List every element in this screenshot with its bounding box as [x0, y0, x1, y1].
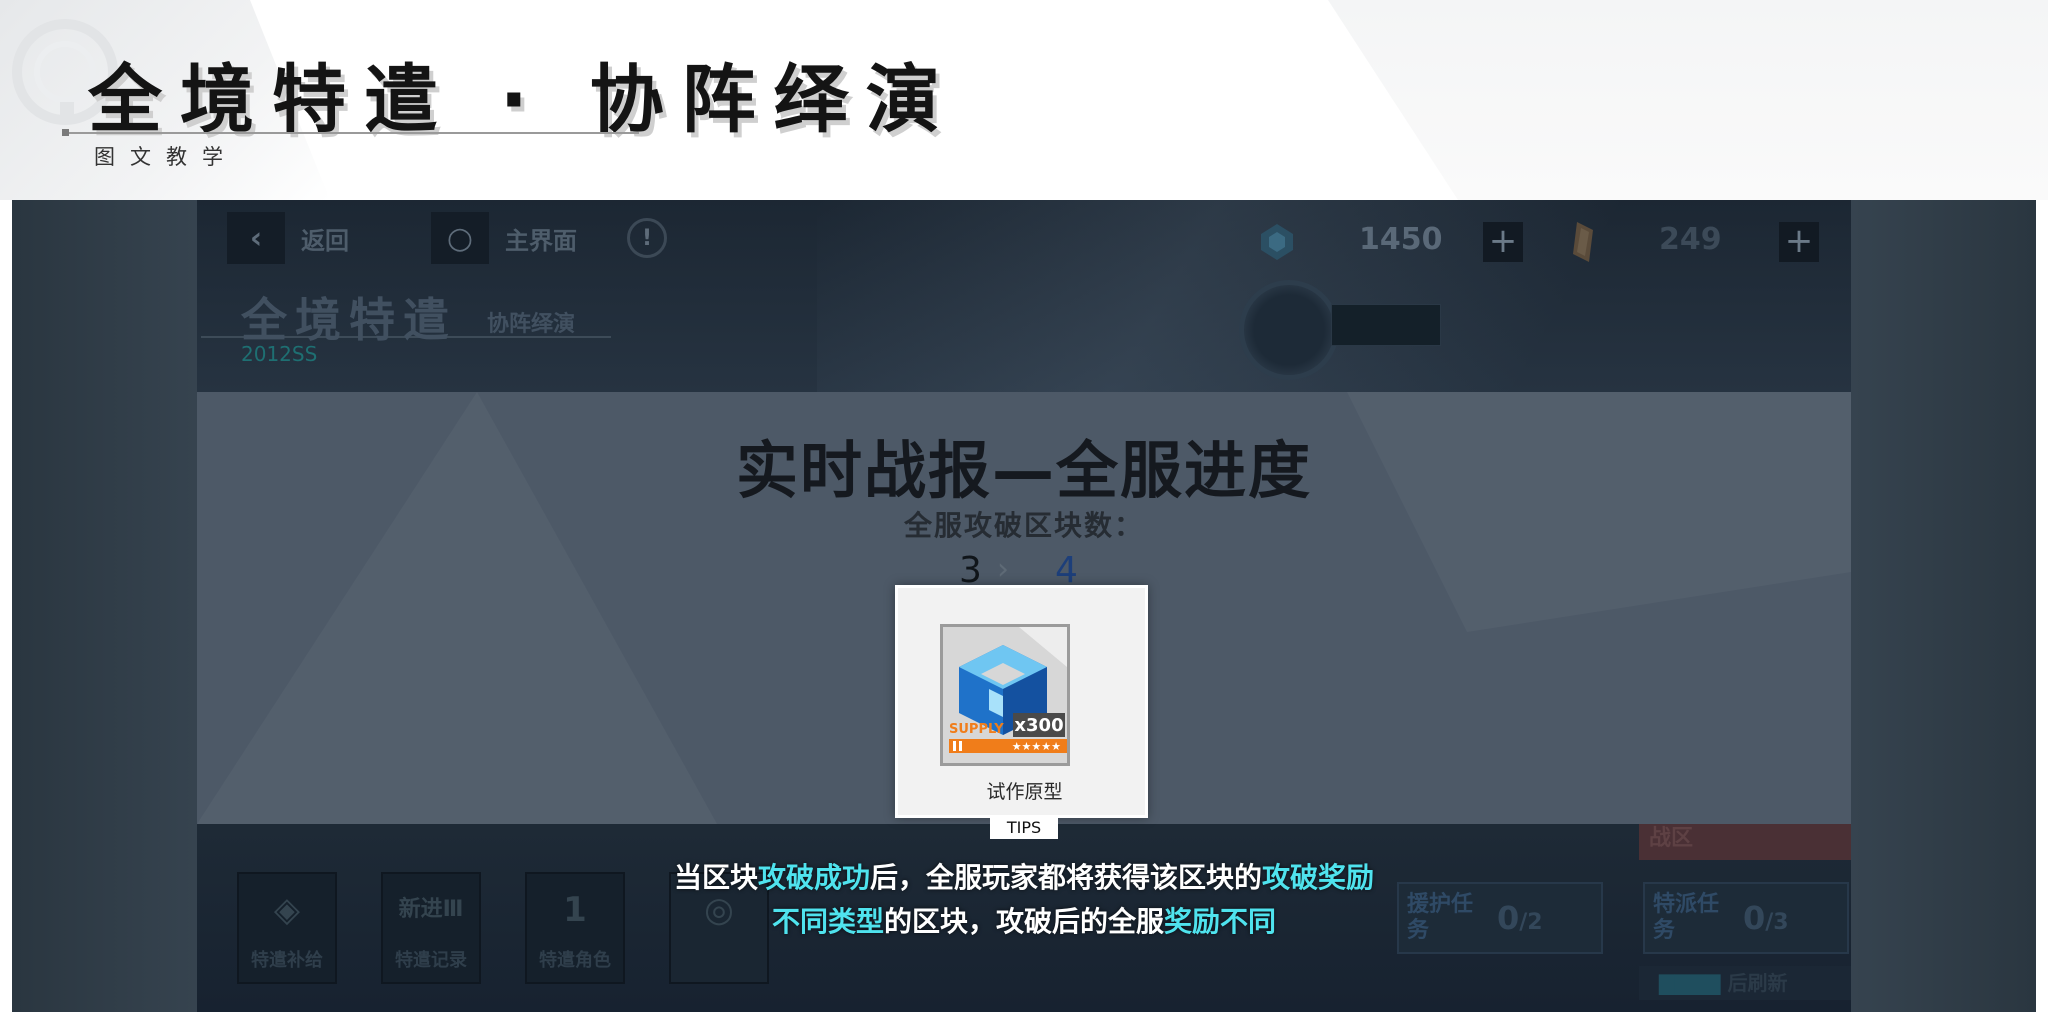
- refresh-timer: ▇▇▇▇ 后刷新: [1639, 966, 1851, 1000]
- supply-button-label: 特遣补给: [251, 950, 323, 971]
- back-button[interactable]: ‹ 返回: [227, 212, 349, 264]
- stamina-icon: [1573, 222, 1593, 262]
- compass-icon[interactable]: [1239, 280, 1339, 380]
- arrow-right-icon: ›: [997, 552, 1009, 587]
- stamina-value: 249: [1659, 222, 1722, 257]
- prototype-cube-icon: x300 SUPPLY ★★★★★: [949, 627, 1067, 753]
- compass-tag: [1331, 304, 1441, 346]
- refresh-label: 后刷新: [1727, 971, 1788, 995]
- caption-highlight: 不同类型: [771, 905, 884, 938]
- event-title: 全境特遣: [241, 293, 457, 347]
- record-button-label: 特遣记录: [395, 950, 467, 971]
- info-icon: !: [627, 218, 667, 258]
- add-currency-button[interactable]: +: [1483, 222, 1523, 262]
- reward-quantity: x300: [1014, 715, 1063, 736]
- page-title: 全境特遣 · 协阵绎演: [88, 57, 958, 143]
- add-stamina-button[interactable]: +: [1779, 222, 1819, 262]
- currency-icon: [1261, 224, 1293, 260]
- reward-item-frame: x300 SUPPLY ★★★★★: [940, 624, 1070, 766]
- title-underline: [64, 132, 639, 134]
- reward-name: 试作原型: [986, 781, 1063, 803]
- report-subtitle: 全服攻破区块数：: [903, 509, 1144, 542]
- event-subtitle: 协阵绎演: [487, 312, 576, 337]
- caption-segment: 的区块，攻破后的全服: [883, 905, 1164, 938]
- reward-stars: ★★★★★: [1012, 740, 1061, 753]
- title-underline-marker: [62, 129, 69, 136]
- battle-zone-tab[interactable]: 战区: [1639, 824, 1851, 860]
- reward-card[interactable]: x300 SUPPLY ★★★★★ 试作原型: [895, 585, 1148, 818]
- character-button-label: 特遣角色: [539, 950, 611, 971]
- home-button[interactable]: ○ 主界面: [431, 212, 577, 264]
- report-title: 实时战报—全服进度: [735, 434, 1312, 507]
- caption-line-1: 当区块攻破成功后，全服玩家都将获得该区块的攻破奖励: [0, 856, 2048, 896]
- caption-highlight: 奖励不同: [1164, 905, 1277, 938]
- header-banner: 全境特遣 · 协阵绎演 图文教学: [0, 0, 2048, 200]
- event-id: 2012SS: [241, 342, 318, 366]
- home-button-label: 主界面: [505, 226, 577, 255]
- refresh-timer-value: ▇▇▇▇: [1659, 971, 1721, 995]
- caption-highlight: 攻破奖励: [1262, 861, 1375, 894]
- header-right-decoration: [1328, 0, 2048, 200]
- caption-segment: 当区块: [673, 861, 758, 894]
- caption-line-2: 不同类型的区块，攻破后的全服奖励不同: [0, 900, 2048, 940]
- game-topbar: ‹ 返回 ○ 主界面 ! 1450 + 249 + 全境特遣 协阵绎演 2012…: [197, 200, 1851, 392]
- chevron-left-icon: ‹: [227, 212, 285, 264]
- page-subtitle: 图文教学: [94, 145, 238, 169]
- tips-label: TIPS: [990, 817, 1058, 839]
- back-button-label: 返回: [301, 226, 349, 255]
- home-circle-icon: ○: [431, 212, 489, 264]
- info-button[interactable]: !: [627, 212, 683, 264]
- reward-badge-text: SUPPLY: [949, 722, 1004, 737]
- caption-highlight: 攻破成功: [757, 861, 870, 894]
- currency-value: 1450: [1359, 222, 1443, 257]
- caption-segment: 后，全服玩家都将获得该区块的: [870, 861, 1263, 894]
